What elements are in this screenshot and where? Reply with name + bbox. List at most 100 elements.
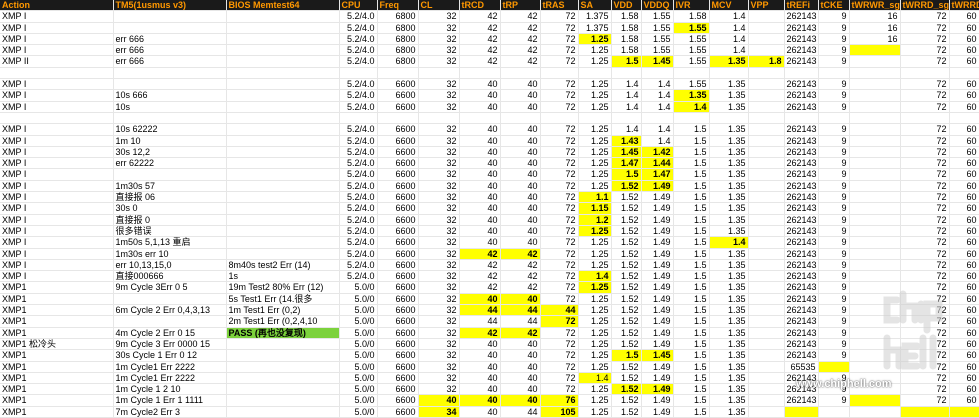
table-cell[interactable]: 1.35 [709, 157, 749, 170]
table-cell[interactable]: 1.35 [709, 361, 749, 373]
table-cell[interactable]: 262143 [784, 281, 819, 294]
table-cell[interactable]: 1.5 [673, 146, 710, 159]
table-cell[interactable]: 1.25 [578, 248, 612, 260]
table-cell[interactable]: 32 [418, 33, 460, 46]
table-cell[interactable]: 1.35 [709, 406, 749, 418]
table-cell[interactable]: 60 [949, 135, 979, 147]
table-cell[interactable] [748, 33, 785, 46]
table-cell[interactable]: 60 [949, 123, 979, 136]
table-cell[interactable]: 262143 [784, 101, 819, 113]
table-cell[interactable]: 1.25 [578, 293, 612, 306]
table-cell[interactable]: 40 [500, 361, 541, 373]
table-cell[interactable]: 42 [500, 33, 541, 46]
column-header[interactable]: tRAS [540, 0, 579, 12]
table-cell[interactable]: 1.5 [673, 168, 710, 181]
table-cell[interactable]: 262143 [784, 10, 819, 23]
table-cell[interactable]: 42 [459, 248, 501, 260]
table-cell[interactable]: 5.2/4.0 [339, 225, 378, 238]
table-cell[interactable] [748, 406, 785, 418]
table-cell[interactable]: 1.35 [709, 55, 749, 68]
table-cell[interactable]: 5.2/4.0 [339, 22, 378, 34]
table-cell[interactable]: 5.0/0 [339, 406, 378, 418]
table-cell[interactable]: 5.2/4.0 [339, 10, 378, 23]
table-cell[interactable]: 40 [500, 372, 541, 385]
table-cell[interactable]: 1.52 [611, 315, 642, 328]
table-cell[interactable] [226, 168, 340, 181]
table-cell[interactable]: 1.2 [578, 214, 612, 226]
table-cell[interactable] [748, 101, 785, 113]
table-cell[interactable]: 40 [500, 157, 541, 170]
table-cell[interactable]: 1.4 [709, 33, 749, 46]
table-cell[interactable] [226, 55, 340, 68]
table-cell[interactable]: 6600 [377, 135, 419, 147]
table-cell[interactable]: XMP I [0, 123, 114, 136]
table-cell[interactable]: 72 [900, 361, 950, 373]
table-cell[interactable]: 1.49 [641, 338, 674, 351]
table-cell[interactable]: 16 [849, 10, 901, 23]
table-cell[interactable]: 1.35 [709, 135, 749, 147]
table-cell[interactable] [900, 67, 950, 80]
table-cell[interactable]: 1.52 [611, 180, 642, 193]
table-cell[interactable]: 1.5 [673, 202, 710, 215]
table-cell[interactable]: 6600 [377, 406, 419, 418]
table-cell[interactable]: 9 [818, 101, 850, 113]
table-cell[interactable]: 1m Cycle1 Err 2222 [113, 372, 227, 385]
table-cell[interactable] [748, 202, 785, 215]
column-header[interactable]: VPP [748, 0, 785, 12]
table-cell[interactable]: 40 [459, 214, 501, 226]
table-cell[interactable]: 7m Cycle2 Err 3 [113, 406, 227, 418]
table-cell[interactable]: 1.375 [578, 22, 612, 34]
table-cell[interactable]: 1.25 [578, 281, 612, 294]
table-cell[interactable]: 44 [459, 315, 501, 328]
table-cell[interactable]: 1.45 [641, 349, 674, 362]
table-cell[interactable]: 72 [540, 248, 579, 260]
table-cell[interactable]: 1.5 [673, 361, 710, 373]
table-cell[interactable]: 60 [949, 168, 979, 181]
table-cell[interactable] [673, 67, 710, 80]
table-cell[interactable] [849, 372, 901, 385]
table-cell[interactable]: XMP1 [0, 315, 114, 328]
table-cell[interactable]: 1.25 [578, 383, 612, 396]
table-cell[interactable] [748, 349, 785, 362]
table-cell[interactable]: 60 [949, 44, 979, 57]
table-cell[interactable]: 1.55 [641, 10, 674, 23]
table-cell[interactable]: 262143 [784, 349, 819, 362]
table-cell[interactable]: 5.2/4.0 [339, 248, 378, 260]
table-cell[interactable]: 262143 [784, 168, 819, 181]
table-cell[interactable] [849, 135, 901, 147]
table-cell[interactable]: 1.52 [611, 372, 642, 385]
table-cell[interactable] [459, 67, 501, 80]
table-cell[interactable]: 60 [949, 372, 979, 385]
table-cell[interactable]: 1.5 [673, 304, 710, 317]
table-cell[interactable]: 72 [540, 270, 579, 283]
table-cell[interactable]: XMP I [0, 202, 114, 215]
table-cell[interactable]: 6m Cycle 2 Err 0,4,3,13 [113, 304, 227, 317]
table-cell[interactable]: 6600 [377, 338, 419, 351]
table-cell[interactable]: 9 [818, 327, 850, 339]
table-cell[interactable]: 72 [540, 383, 579, 396]
table-cell[interactable] [949, 112, 979, 125]
table-cell[interactable]: 72 [900, 135, 950, 147]
table-cell[interactable]: 72 [900, 191, 950, 204]
table-cell[interactable]: 5.2/4.0 [339, 78, 378, 91]
table-cell[interactable]: 40 [500, 168, 541, 181]
table-cell[interactable] [849, 180, 901, 193]
table-cell[interactable]: 1.25 [578, 157, 612, 170]
table-cell[interactable]: 72 [900, 123, 950, 136]
table-cell[interactable] [900, 406, 950, 418]
table-cell[interactable]: 72 [900, 236, 950, 249]
table-cell[interactable] [226, 112, 340, 125]
table-cell[interactable]: 1.35 [709, 101, 749, 113]
table-cell[interactable]: 1.5 [673, 180, 710, 193]
table-cell[interactable]: 72 [900, 168, 950, 181]
table-cell[interactable]: 1.35 [709, 259, 749, 272]
table-cell[interactable]: 40 [500, 349, 541, 362]
table-cell[interactable]: 32 [418, 349, 460, 362]
table-cell[interactable] [578, 112, 612, 125]
table-cell[interactable] [377, 67, 419, 80]
table-cell[interactable] [784, 406, 819, 418]
table-cell[interactable]: 72 [900, 383, 950, 396]
table-cell[interactable]: 40 [459, 78, 501, 91]
table-cell[interactable]: 72 [540, 22, 579, 34]
table-cell[interactable]: 72 [540, 123, 579, 136]
